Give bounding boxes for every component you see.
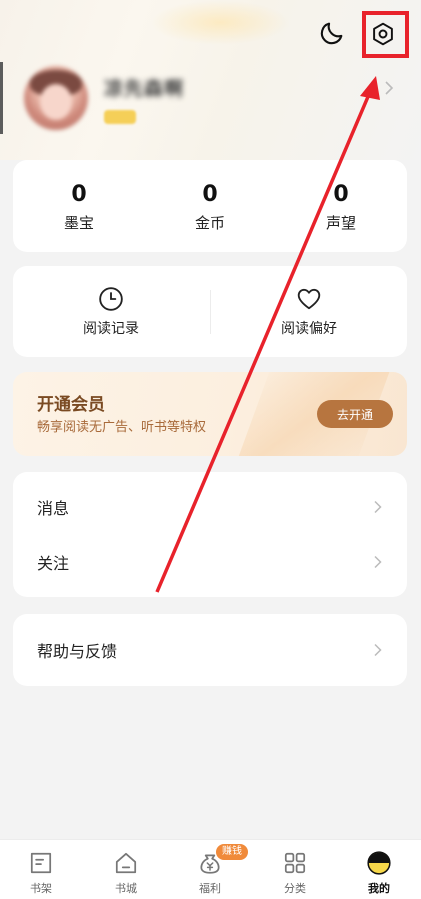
earn-badge: 赚钱 [216, 844, 248, 860]
moon-icon [320, 22, 343, 45]
nav-store[interactable]: 书城 [96, 850, 156, 896]
vip-banner[interactable]: 开通会员 畅享阅读无广告、听书等特权 去开通 [13, 372, 407, 456]
messages-label: 消息 [37, 499, 70, 518]
nav-mine[interactable]: 我的 [349, 850, 409, 896]
nav-label: 分类 [284, 882, 306, 895]
divider [210, 290, 211, 334]
nav-label: 福利 [199, 882, 221, 895]
nav-bookshelf[interactable]: 书架 [11, 850, 71, 896]
nav-label: 我的 [368, 882, 390, 895]
reading-history-label: 阅读记录 [83, 321, 139, 337]
stat-value: 0 [202, 182, 218, 207]
heart-icon [297, 288, 321, 310]
nav-label: 书架 [30, 882, 52, 895]
stat-mobao[interactable]: 0 墨宝 [29, 182, 129, 233]
clock-icon [99, 287, 123, 311]
bottom-nav: 书架 书城 福利 分类 我的 [0, 839, 421, 899]
avatar-face [40, 84, 72, 120]
stat-label: 墨宝 [63, 214, 94, 232]
left-edge-bar [0, 62, 3, 134]
follow-row[interactable]: 关注 [13, 535, 407, 589]
chevron-right-icon[interactable] [382, 80, 396, 96]
menu-card: 消息 关注 [13, 472, 407, 597]
stat-reputation[interactable]: 0 声望 [291, 182, 391, 233]
night-mode-button[interactable] [316, 17, 348, 49]
reading-preference-label: 阅读偏好 [281, 321, 337, 337]
bookshelf-icon [30, 852, 52, 874]
messages-row[interactable]: 消息 [13, 480, 407, 534]
chevron-right-icon [374, 500, 382, 514]
help-feedback-row[interactable]: 帮助与反馈 [13, 623, 407, 677]
settings-highlight-box [362, 11, 409, 58]
vip-title: 开通会员 [37, 395, 105, 415]
vip-subtitle: 畅享阅读无广告、听书等特权 [37, 420, 207, 435]
stat-value: 0 [71, 182, 87, 207]
reading-history-button[interactable]: 阅读记录 [46, 286, 176, 338]
reading-preference-button[interactable]: 阅读偏好 [244, 286, 374, 338]
stat-value: 0 [333, 182, 349, 207]
chevron-right-icon [374, 555, 382, 569]
stat-coins[interactable]: 0 金币 [160, 182, 260, 233]
reading-card: 阅读记录 阅读偏好 [13, 266, 407, 357]
stat-label: 声望 [325, 214, 356, 232]
store-icon [115, 852, 137, 874]
nav-category[interactable]: 分类 [265, 850, 325, 896]
nav-label: 书城 [115, 882, 137, 895]
help-card: 帮助与反馈 [13, 614, 407, 686]
grid-icon [284, 852, 306, 874]
avatar[interactable] [24, 66, 88, 130]
chevron-right-icon [374, 643, 382, 657]
help-feedback-label: 帮助与反馈 [37, 642, 118, 661]
vip-open-button[interactable]: 去开通 [317, 400, 393, 428]
follow-label: 关注 [37, 554, 70, 573]
header-glow [150, 0, 290, 45]
profile-icon [367, 851, 391, 875]
level-badge [104, 110, 136, 124]
stats-card: 0 墨宝 0 金币 0 声望 [13, 160, 407, 252]
stat-label: 金币 [194, 214, 225, 232]
username[interactable]: 凉先森啊 [104, 74, 184, 101]
